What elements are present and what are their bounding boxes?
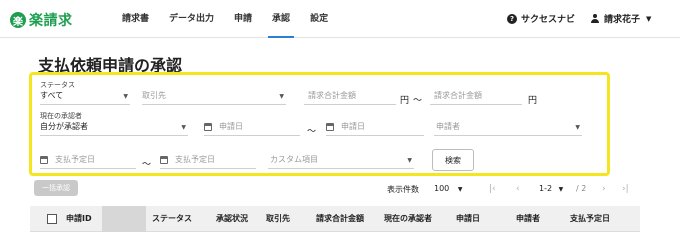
success-navi-label: サクセスナビ <box>521 15 576 25</box>
success-navi-link[interactable]: ? サクセスナビ <box>507 12 575 25</box>
column-header-approval-state[interactable]: 承認状況 <box>216 206 248 232</box>
logo-text: 楽請求 <box>29 13 73 29</box>
column-header-payment-date[interactable]: 支払予定日 <box>570 206 610 232</box>
calendar-icon <box>204 123 212 131</box>
supplier-placeholder: 取引先 <box>142 91 166 100</box>
table-header: 申請ID ステータス 承認状況 取引先 請求合計金額 現在の承認者 申請日 申請… <box>30 206 640 232</box>
help-icon: ? <box>507 13 517 24</box>
next-page-icon[interactable]: › <box>602 184 606 194</box>
search-panel: ステータス すべて ▼ 取引先 ▼ 請求合計金額 円 〜 請求合計金額 円 現在… <box>29 72 610 176</box>
payment-date-separator: 〜 <box>142 160 152 170</box>
chevron-down-icon: ▼ <box>407 157 412 164</box>
custom-field-select[interactable]: カスタム項目 ▼ <box>268 151 414 169</box>
applied-date-to-input[interactable]: 申請日 <box>326 118 424 136</box>
chevron-down-icon: ▼ <box>279 93 284 100</box>
applied-date-separator: 〜 <box>307 127 317 137</box>
nav-item-invoices[interactable]: 請求書 <box>112 0 159 38</box>
payment-date-to-input[interactable]: 支払予定日 <box>160 151 256 169</box>
approver-value: 自分が承認者 <box>40 122 88 131</box>
supplier-select[interactable]: 取引先 ▼ <box>142 87 286 105</box>
chevron-down-icon: ▼ <box>181 124 186 131</box>
user-name: 請求花子 <box>604 15 641 25</box>
select-all-checkbox[interactable] <box>47 214 57 224</box>
search-button[interactable]: 検索 <box>432 149 474 171</box>
custom-field-placeholder: カスタム項目 <box>270 155 318 164</box>
page-size-select[interactable]: 100 ▼ <box>434 184 462 193</box>
column-header-status[interactable]: ステータス <box>152 206 192 232</box>
page-total: / 2 <box>576 184 587 193</box>
column-header-request-id[interactable]: 申請ID <box>66 206 92 232</box>
column-header-applicant[interactable]: 申請者 <box>516 206 540 232</box>
approver-select[interactable]: 現在の承認者 自分が承認者 ▼ <box>40 112 188 136</box>
page-size-label: 表示件数 <box>387 185 419 194</box>
column-header-applied-date[interactable]: 申請日 <box>456 206 480 232</box>
page-size-value: 100 <box>434 184 450 193</box>
chevron-down-icon: ▼ <box>575 124 580 131</box>
page-range-value: 1-2 <box>539 184 553 193</box>
nav-item-request[interactable]: 申請 <box>224 0 262 38</box>
bulk-approve-button[interactable]: 一括承認 <box>34 180 78 196</box>
last-page-icon[interactable]: ›| <box>622 184 629 194</box>
amount-min-input[interactable]: 請求合計金額 <box>304 87 396 105</box>
calendar-icon <box>40 156 48 164</box>
chevron-down-icon: ▼ <box>558 186 564 193</box>
nav-item-approval[interactable]: 承認 <box>262 0 300 38</box>
column-header-blank <box>102 206 146 232</box>
status-label: ステータス <box>40 81 75 89</box>
calendar-icon <box>326 123 334 131</box>
column-header-supplier[interactable]: 取引先 <box>266 206 290 232</box>
applicant-placeholder: 申請者 <box>436 122 460 131</box>
chevron-down-icon: ▼ <box>123 93 128 100</box>
nav-item-data-export[interactable]: データ出力 <box>159 0 224 38</box>
applied-date-to-placeholder: 申請日 <box>341 122 365 131</box>
amount-max-placeholder: 請求合計金額 <box>434 91 482 100</box>
payment-date-from-placeholder: 支払予定日 <box>55 155 95 164</box>
amount-unit-min: 円 <box>400 96 410 106</box>
column-header-amount[interactable]: 請求合計金額 <box>316 206 364 232</box>
top-bar: 楽 楽請求 請求書 データ出力 申請 承認 設定 ? サクセスナビ 請求花子 ▼ <box>0 0 680 38</box>
amount-max-input[interactable]: 請求合計金額 <box>430 87 522 105</box>
applied-date-from-placeholder: 申請日 <box>219 122 243 131</box>
chevron-down-icon: ▼ <box>646 14 652 23</box>
column-header-current-approver[interactable]: 現在の承認者 <box>384 206 432 232</box>
payment-date-to-placeholder: 支払予定日 <box>175 155 215 164</box>
app-logo[interactable]: 楽 楽請求 <box>10 10 73 30</box>
page-range-select[interactable]: 1-2 ▼ <box>539 184 563 193</box>
prev-page-icon[interactable]: ‹ <box>516 184 520 194</box>
applicant-select[interactable]: 申請者 ▼ <box>434 118 582 136</box>
user-menu[interactable]: 請求花子 ▼ <box>590 12 651 25</box>
logo-mark: 楽 <box>10 12 26 28</box>
payment-date-from-input[interactable]: 支払予定日 <box>40 151 136 169</box>
amount-min-placeholder: 請求合計金額 <box>308 91 356 100</box>
user-icon <box>590 13 600 24</box>
main-nav: 請求書 データ出力 申請 承認 設定 <box>112 0 338 38</box>
applied-date-from-input[interactable]: 申請日 <box>204 118 300 136</box>
chevron-down-icon: ▼ <box>457 186 463 193</box>
status-select[interactable]: ステータス すべて ▼ <box>40 81 130 105</box>
amount-range-separator: 〜 <box>413 96 423 106</box>
amount-unit-max: 円 <box>528 96 538 106</box>
calendar-icon <box>160 156 168 164</box>
approver-label: 現在の承認者 <box>40 112 82 120</box>
nav-item-settings[interactable]: 設定 <box>300 0 338 38</box>
status-value: すべて <box>40 91 64 100</box>
first-page-icon[interactable]: |‹ <box>489 184 496 194</box>
